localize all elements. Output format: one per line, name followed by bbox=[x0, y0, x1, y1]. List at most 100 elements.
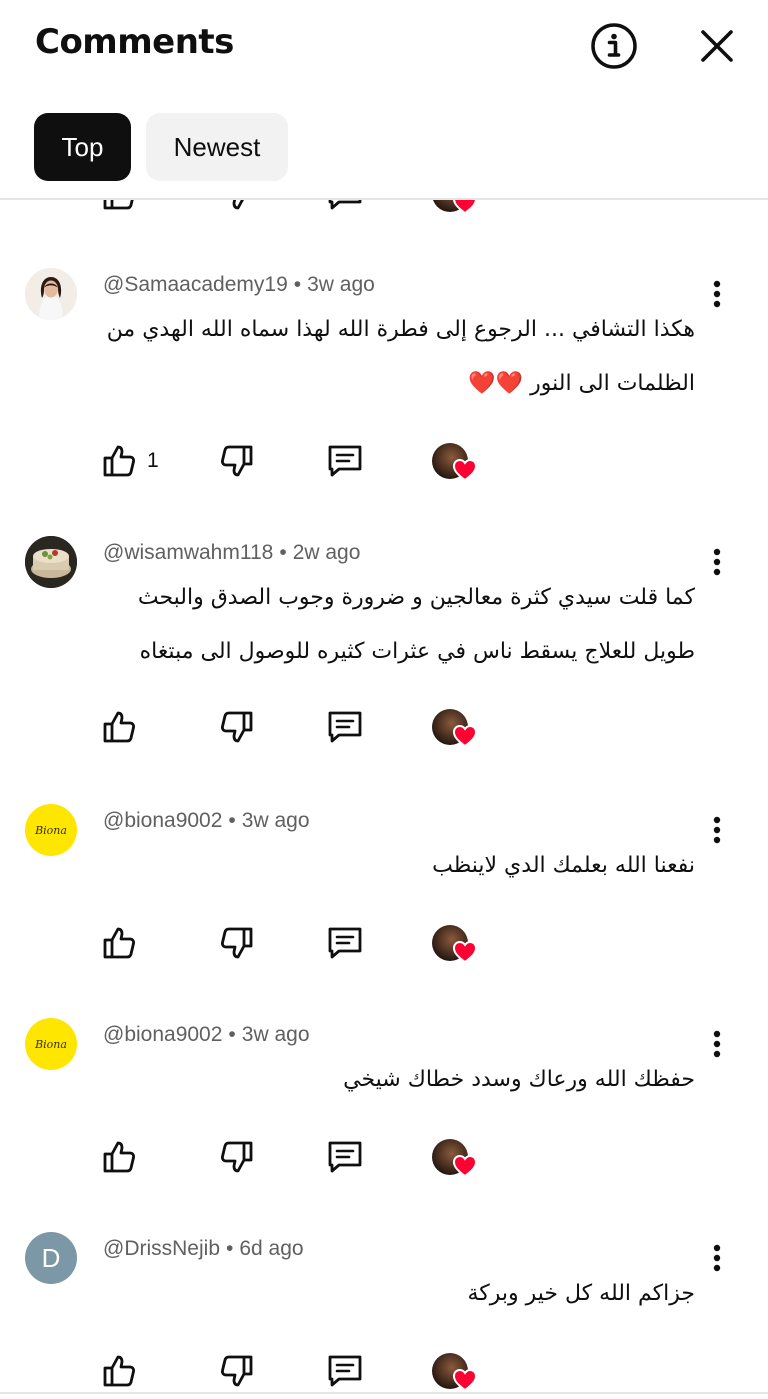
close-button[interactable] bbox=[692, 21, 742, 71]
avatar[interactable] bbox=[25, 536, 77, 588]
comment-author[interactable]: @biona9002 bbox=[103, 809, 222, 832]
info-button[interactable] bbox=[589, 21, 639, 71]
comment-text: جزاكم الله كل خير وبركة bbox=[100, 1267, 696, 1321]
comment-text: نفعنا الله بعلمك الدي لاينظب bbox=[100, 839, 695, 893]
creator-heart bbox=[432, 439, 478, 483]
more-vertical-icon bbox=[713, 548, 721, 576]
like-count: 1 bbox=[147, 449, 159, 472]
comment-time: 6d ago bbox=[239, 1237, 304, 1260]
comment-actions bbox=[0, 921, 768, 965]
comment-meta: @DrissNejib • 6d ago bbox=[103, 1237, 304, 1260]
reply-button[interactable] bbox=[325, 1349, 365, 1392]
creator-heart bbox=[432, 200, 478, 216]
dislike-button[interactable] bbox=[219, 1349, 255, 1392]
comment-author[interactable]: @Samaacademy19 bbox=[103, 273, 288, 296]
comments-header: Comments bbox=[0, 0, 768, 92]
comment-menu-button[interactable] bbox=[700, 1024, 734, 1064]
reply-button[interactable] bbox=[325, 439, 365, 483]
comment-author[interactable]: @biona9002 bbox=[103, 1023, 222, 1046]
reply-icon bbox=[328, 1141, 362, 1173]
comment-line: الظلمات الى النور ❤️❤️ bbox=[468, 371, 695, 396]
heart-icon bbox=[452, 1154, 478, 1178]
heart-icon bbox=[452, 1368, 478, 1392]
comment-meta: @Samaacademy19 • 3w ago bbox=[103, 273, 375, 296]
comment-text: هكذا التشافي ... الرجوع إلى فطرة الله له… bbox=[100, 303, 695, 411]
heart-icon bbox=[452, 458, 478, 482]
like-button[interactable] bbox=[101, 1135, 147, 1179]
reply-icon bbox=[328, 200, 362, 210]
avatar[interactable] bbox=[25, 268, 77, 320]
more-vertical-icon bbox=[713, 1244, 721, 1272]
comment-line: جزاكم الله كل خير وبركة bbox=[467, 1281, 696, 1306]
creator-heart bbox=[432, 921, 478, 965]
comment-line: حفظك الله ورعاك وسدد خطاك شيخي bbox=[343, 1067, 695, 1092]
comment-author[interactable]: @DrissNejib bbox=[103, 1237, 220, 1260]
thumbs-down-icon bbox=[221, 711, 253, 743]
thumbs-up-icon bbox=[103, 200, 134, 210]
like-button[interactable] bbox=[101, 200, 137, 216]
comment-text: كما قلت سيدي كثرة معالجين و ضرورة وجوب ا… bbox=[100, 571, 695, 679]
reply-button[interactable] bbox=[325, 921, 365, 965]
dislike-button[interactable] bbox=[219, 200, 255, 216]
sort-chips: Top Newest bbox=[34, 113, 288, 181]
avatar-letter: D bbox=[41, 1242, 61, 1273]
comment-time: 3w ago bbox=[307, 273, 375, 296]
reply-button[interactable] bbox=[325, 705, 365, 749]
comment-actions bbox=[0, 1349, 768, 1392]
comment-actions: 1 bbox=[0, 439, 768, 483]
comments-list[interactable]: @Samaacademy19 • 3w ago هكذا التشافي ... ا… bbox=[0, 200, 768, 1392]
heart-icon bbox=[452, 940, 478, 964]
user-photo-icon bbox=[25, 268, 77, 320]
comment-line: نفعنا الله بعلمك الدي لاينظب bbox=[432, 853, 695, 878]
comment-meta: @biona9002 • 3w ago bbox=[103, 809, 310, 832]
comment-actions bbox=[0, 705, 768, 749]
dislike-button[interactable] bbox=[219, 705, 255, 749]
creator-heart bbox=[432, 1349, 478, 1392]
like-button[interactable] bbox=[101, 1349, 147, 1392]
thumbs-up-icon bbox=[103, 711, 135, 743]
comment-line: هكذا التشافي ... الرجوع إلى فطرة الله له… bbox=[106, 317, 695, 342]
avatar[interactable]: Biona bbox=[25, 804, 77, 856]
dislike-button[interactable] bbox=[219, 1135, 255, 1179]
reply-icon bbox=[328, 1355, 362, 1387]
reply-icon bbox=[328, 711, 362, 743]
comment-menu-button[interactable] bbox=[700, 1238, 734, 1278]
chip-newest[interactable]: Newest bbox=[146, 113, 288, 181]
comment-menu-button[interactable] bbox=[700, 274, 734, 314]
thumbs-up-icon bbox=[103, 1141, 135, 1173]
creator-heart bbox=[432, 1135, 478, 1179]
comment-menu-button[interactable] bbox=[700, 810, 734, 850]
reply-icon bbox=[328, 927, 362, 959]
info-icon bbox=[591, 23, 637, 69]
reply-button[interactable] bbox=[325, 200, 365, 216]
comment-line: كما قلت سيدي كثرة معالجين و ضرورة وجوب ا… bbox=[137, 585, 695, 610]
comment-actions bbox=[0, 1135, 768, 1179]
comment-meta: @biona9002 • 3w ago bbox=[103, 1023, 310, 1046]
heart-icon bbox=[452, 724, 478, 748]
previous-comment-actions bbox=[0, 200, 768, 216]
thumbs-down-icon bbox=[232, 200, 244, 210]
heart-icon bbox=[453, 200, 477, 215]
avatar[interactable]: Biona bbox=[25, 1018, 77, 1070]
dislike-button[interactable] bbox=[219, 439, 255, 483]
comment-meta: @wisamwahm118 • 2w ago bbox=[103, 541, 361, 564]
more-vertical-icon bbox=[713, 280, 721, 308]
avatar[interactable]: D bbox=[25, 1232, 77, 1284]
comment-menu-button[interactable] bbox=[700, 542, 734, 582]
thumbs-up-icon bbox=[103, 927, 135, 959]
thumbs-up-icon bbox=[103, 445, 135, 477]
reply-button[interactable] bbox=[325, 1135, 365, 1179]
thumbs-up-icon bbox=[103, 1355, 135, 1387]
dislike-button[interactable] bbox=[219, 921, 255, 965]
thumbs-down-icon bbox=[221, 927, 253, 959]
reply-icon bbox=[328, 445, 362, 477]
avatar-logo-text: Biona bbox=[35, 1037, 67, 1051]
comment-author[interactable]: @wisamwahm118 bbox=[103, 541, 273, 564]
like-button[interactable]: 1 bbox=[101, 439, 159, 483]
thumbs-down-icon bbox=[221, 1355, 253, 1387]
like-button[interactable] bbox=[101, 921, 147, 965]
thumbs-down-icon bbox=[221, 1141, 253, 1173]
chip-top[interactable]: Top bbox=[34, 113, 131, 181]
like-button[interactable] bbox=[101, 705, 147, 749]
creator-heart bbox=[432, 705, 478, 749]
